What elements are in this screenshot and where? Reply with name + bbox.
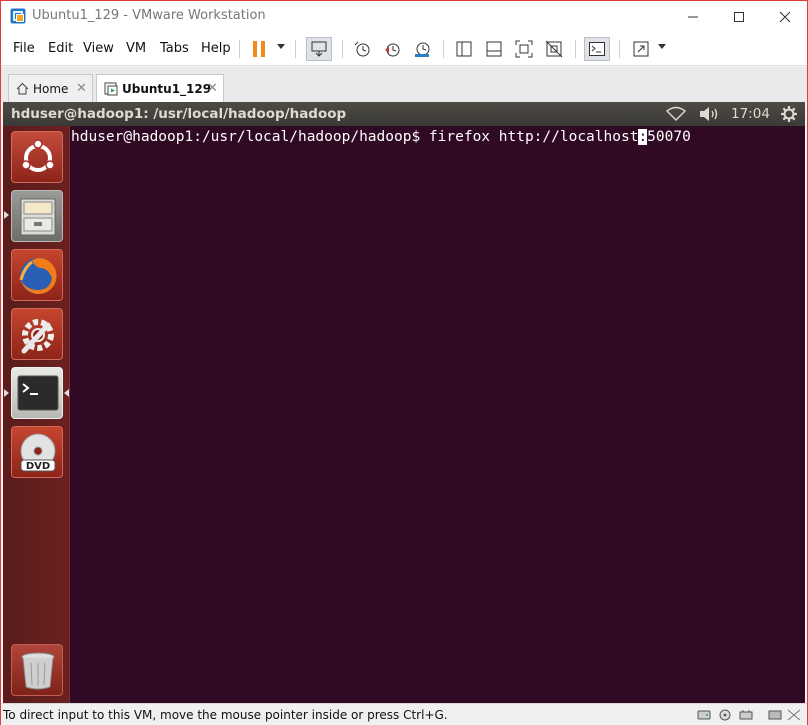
stretch-dropdown-icon[interactable] <box>658 44 666 49</box>
terminal-command-line[interactable]: hduser@hadoop1:/usr/local/hadoop/hadoop$… <box>71 129 691 145</box>
terminal-command-rest: 50070 <box>647 129 691 145</box>
terminal-icon <box>17 375 59 411</box>
library-icon <box>456 41 472 57</box>
toolbar-separator <box>443 40 444 58</box>
tab-ubuntu1-129-label: Ubuntu1_129 <box>122 82 212 96</box>
gear-icon[interactable] <box>780 105 798 123</box>
minimize-icon <box>688 16 698 17</box>
revert-snapshot-button[interactable] <box>379 37 405 61</box>
status-bar: To direct input to this VM, move the mou… <box>1 703 807 725</box>
menu-vm[interactable]: VM <box>126 41 146 56</box>
terminal-prompt: hduser@hadoop1:/usr/local/hadoop/hadoop$ <box>71 129 429 145</box>
thumbnail-bar-button[interactable] <box>481 37 507 61</box>
vm-icon <box>104 82 118 96</box>
console-icon <box>589 42 605 56</box>
power-dropdown-icon[interactable] <box>277 44 285 49</box>
hard-disk-icon[interactable] <box>697 709 711 721</box>
snapshot-icon <box>354 41 370 57</box>
maximize-icon <box>734 11 744 22</box>
close-button[interactable] <box>762 1 808 32</box>
window-title-panel: hduser@hadoop1: /usr/local/hadoop/hadoop <box>11 106 347 122</box>
terminal-command: firefox http://localhost <box>428 129 639 145</box>
trash-icon <box>21 652 55 690</box>
tab-ubuntu1-129[interactable]: Ubuntu1_129 ✕ <box>96 74 224 103</box>
usb-icon[interactable] <box>768 709 782 721</box>
tab-strip: Home ✕ Ubuntu1_129 ✕ <box>1 67 807 103</box>
terminal-cursor: : <box>638 129 648 145</box>
launcher-files[interactable] <box>11 190 63 242</box>
vm-console[interactable]: hduser@hadoop1: /usr/local/hadoop/hadoop… <box>3 102 805 703</box>
thumbnail-icon <box>486 41 502 57</box>
unity-button[interactable] <box>541 37 567 61</box>
launcher-dvd[interactable]: DVD <box>11 426 63 478</box>
ubuntu-top-panel: hduser@hadoop1: /usr/local/hadoop/hadoop… <box>3 102 805 126</box>
toolbar-separator <box>239 40 240 58</box>
dvd-icon: DVD <box>20 433 56 472</box>
fit-guest-icon[interactable] <box>787 709 801 721</box>
tab-ubuntu1-129-close-icon[interactable]: ✕ <box>207 81 218 96</box>
suspend-button[interactable] <box>246 37 272 61</box>
toolbar-separator <box>575 40 576 58</box>
revert-icon <box>385 43 400 57</box>
running-indicator <box>4 211 9 219</box>
status-message: To direct input to this VM, move the mou… <box>3 708 448 722</box>
launcher-firefox[interactable] <box>11 249 63 301</box>
menu-view[interactable]: View <box>83 41 114 56</box>
tab-home-label: Home <box>33 82 69 96</box>
ubuntu-launcher: DVD <box>3 126 70 703</box>
toolbar-separator <box>619 40 620 58</box>
menu-toolbar: File Edit View VM Tabs Help <box>1 32 807 66</box>
tab-home-close-icon[interactable]: ✕ <box>76 81 87 96</box>
snapshot-manager-button[interactable] <box>409 37 435 61</box>
close-icon <box>779 11 791 22</box>
toolbar-separator <box>295 40 296 58</box>
full-screen-button[interactable] <box>511 37 537 61</box>
volume-icon[interactable] <box>698 105 720 123</box>
settings-wrench-icon <box>21 319 54 354</box>
minimize-button[interactable] <box>670 1 716 32</box>
take-snapshot-button[interactable] <box>349 37 375 61</box>
toolbar-separator <box>342 40 343 58</box>
vmware-icon <box>10 8 26 24</box>
tab-home[interactable]: Home ✕ <box>8 74 93 102</box>
title-bar: Ubuntu1_129 - VMware Workstation <box>1 1 807 32</box>
file-cabinet-icon <box>20 198 56 236</box>
clock[interactable]: 17:04 <box>731 106 770 122</box>
send-keys-icon <box>311 41 327 57</box>
launcher-trash[interactable] <box>11 644 63 696</box>
launcher-terminal[interactable] <box>11 367 63 419</box>
stretch-icon <box>633 41 649 57</box>
menu-edit[interactable]: Edit <box>48 41 73 56</box>
menu-tabs[interactable]: Tabs <box>160 41 189 56</box>
menu-file[interactable]: File <box>13 41 35 56</box>
window-title: Ubuntu1_129 - VMware Workstation <box>32 8 266 23</box>
menu-help[interactable]: Help <box>201 41 231 56</box>
fullscreen-icon <box>515 40 533 58</box>
wifi-icon[interactable] <box>666 105 686 123</box>
launcher-system-settings[interactable] <box>11 308 63 360</box>
home-icon <box>16 82 29 95</box>
ubuntu-logo-icon <box>21 139 55 172</box>
unity-icon <box>545 40 563 58</box>
launcher-ubuntu-dash[interactable] <box>11 131 63 183</box>
send-ctrl-alt-del-button[interactable] <box>306 37 332 61</box>
terminal-window[interactable]: hduser@hadoop1:/usr/local/hadoop/hadoop$… <box>71 126 805 703</box>
cd-drive-icon[interactable] <box>718 709 732 721</box>
snapshot-manager-icon <box>415 42 430 57</box>
pause-icon <box>253 41 265 57</box>
vmware-window: Ubuntu1_129 - VMware Workstation File Ed… <box>0 0 808 725</box>
focused-indicator <box>64 389 69 397</box>
svg-text:DVD: DVD <box>26 461 50 472</box>
show-library-button[interactable] <box>451 37 477 61</box>
network-icon[interactable] <box>739 709 753 721</box>
firefox-icon <box>19 257 57 294</box>
stretch-guest-button[interactable] <box>628 37 654 61</box>
maximize-button[interactable] <box>716 1 762 32</box>
console-view-button[interactable] <box>584 37 610 61</box>
running-indicator <box>4 389 9 397</box>
